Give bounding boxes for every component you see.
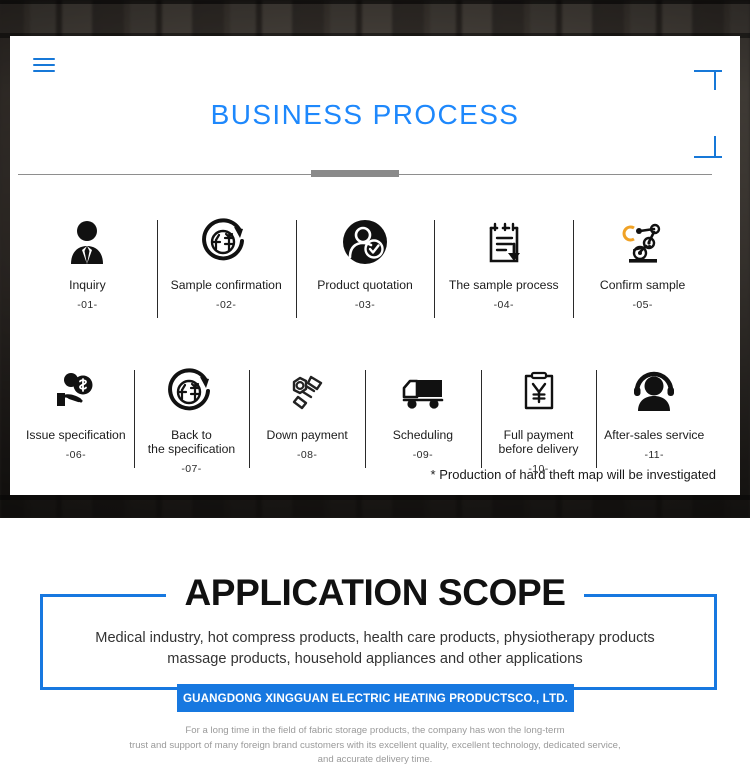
- process-row-1: Inquiry -01- Sample confirmation -02- Pr…: [18, 214, 712, 318]
- sample-cycle-icon: [199, 214, 253, 270]
- process-step-number: -06-: [65, 449, 86, 461]
- process-footnote: * Production of hard theft map will be i…: [430, 467, 716, 482]
- hamburger-line: [33, 58, 55, 60]
- application-scope-title-text: APPLICATION SCOPE: [166, 572, 584, 613]
- process-step-label: Sample confirmation: [170, 278, 282, 292]
- process-step-label: Down payment: [266, 428, 348, 442]
- application-scope-title: APPLICATION SCOPE: [0, 572, 750, 614]
- process-step-number: -09-: [412, 449, 433, 461]
- process-step-back-to-specification[interactable]: Back to the specification -07-: [133, 364, 250, 475]
- process-step-label: After-sales service: [604, 428, 705, 442]
- hand-money-icon: [49, 364, 103, 420]
- process-step-number: -08-: [297, 449, 318, 461]
- process-step-label: Product quotation: [317, 278, 413, 292]
- process-step-confirm-sample[interactable]: Confirm sample -05-: [573, 214, 712, 318]
- corner-bracket-bottom-icon: [694, 134, 722, 162]
- sample-cycle-icon: [165, 364, 219, 420]
- process-step-label: Full payment before delivery: [498, 428, 579, 456]
- title-divider-knob: [311, 170, 399, 177]
- process-step-number: -11-: [644, 449, 664, 461]
- process-step-label: Scheduling: [392, 428, 453, 442]
- delivery-truck-icon: [396, 364, 450, 420]
- process-step-inquiry[interactable]: Inquiry -01-: [18, 214, 157, 311]
- hamburger-line: [33, 69, 55, 72]
- process-step-sample-confirmation[interactable]: Sample confirmation -02-: [156, 214, 296, 318]
- process-step-number: -01-: [77, 299, 98, 311]
- hamburger-line: [33, 63, 55, 66]
- headset-support-icon: [628, 364, 680, 420]
- yen-clipboard-icon: [516, 364, 562, 420]
- process-step-product-quotation[interactable]: Product quotation -03-: [295, 214, 435, 318]
- process-step-after-sales-service[interactable]: After-sales service -11-: [596, 364, 712, 475]
- bracket-vertical: [714, 136, 716, 157]
- application-scope-description: Medical industry, hot compress products,…: [95, 630, 655, 667]
- bracket-horizontal: [694, 156, 722, 158]
- document-download-icon: [478, 214, 530, 270]
- bracket-horizontal: [694, 70, 722, 72]
- process-step-label: Issue specification: [26, 428, 126, 442]
- process-step-number: -03-: [354, 299, 376, 311]
- process-step-full-payment[interactable]: Full payment before delivery -10-: [480, 364, 597, 475]
- process-step-the-sample-process[interactable]: The sample process -04-: [434, 214, 573, 318]
- process-step-label: The sample process: [448, 278, 559, 292]
- user-check-icon: [339, 214, 391, 270]
- process-step-number: -04-: [493, 299, 514, 311]
- process-step-number: -02-: [216, 299, 237, 311]
- process-row-2: Issue specification -06- Back to the spe…: [18, 364, 712, 475]
- page-title: BUSINESS PROCESS: [210, 99, 520, 130]
- hamburger-menu-icon[interactable]: [33, 58, 55, 72]
- process-step-down-payment[interactable]: Down payment -08-: [249, 364, 365, 475]
- process-step-label: Back to the specification: [147, 428, 236, 456]
- company-name-banner: GUANGDONG XINGGUAN ELECTRIC HEATING PROD…: [177, 684, 574, 712]
- process-step-label: Confirm sample: [599, 278, 686, 292]
- process-step-scheduling[interactable]: Scheduling -09-: [365, 364, 481, 475]
- bracket-vertical: [714, 70, 716, 90]
- process-step-label: Inquiry: [69, 278, 106, 292]
- process-step-issue-specification[interactable]: Issue specification -06-: [18, 364, 134, 475]
- corner-bracket-top-icon: [694, 58, 722, 90]
- process-step-number: -05-: [632, 299, 653, 311]
- bolt-nut-icon: [281, 364, 333, 420]
- businessman-icon: [61, 214, 113, 270]
- company-description: For a long time in the field of fabric s…: [129, 725, 621, 765]
- robot-arm-icon: [616, 214, 670, 270]
